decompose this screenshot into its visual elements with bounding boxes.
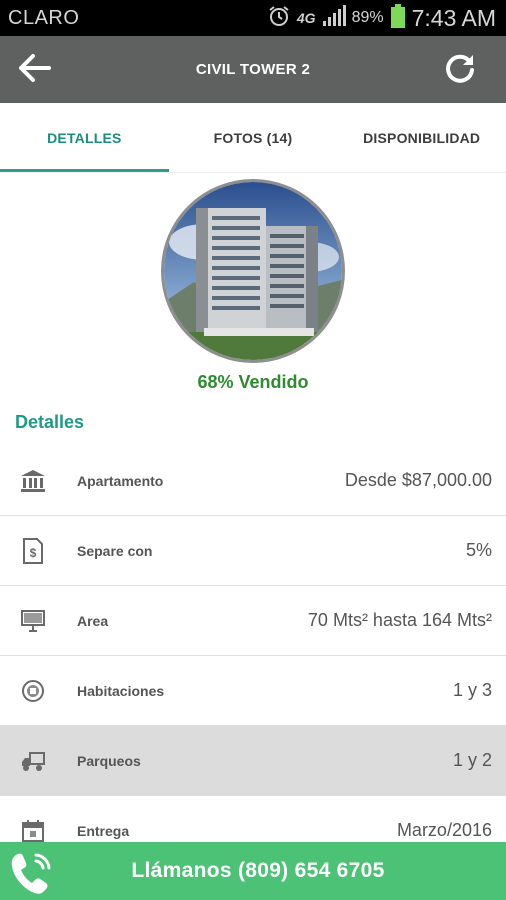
detail-row-area[interactable]: Area 70 Mts² hasta 164 Mts² <box>0 586 506 656</box>
detail-row-separe[interactable]: $ Separe con 5% <box>0 516 506 586</box>
call-button[interactable]: Llámanos (809) 654 6705 <box>0 842 506 900</box>
detail-value: 1 y 3 <box>452 680 492 700</box>
app-bar: CIVIL TOWER 2 <box>0 36 506 103</box>
detail-label: Parqueos <box>77 752 141 769</box>
alarm-icon <box>267 4 291 33</box>
detail-label: Area <box>77 612 109 629</box>
carrier-label: CLARO <box>8 6 80 29</box>
network-4g-icon: 4G <box>296 10 316 26</box>
calendar-icon <box>20 818 46 844</box>
detail-row-habitaciones[interactable]: Habitaciones 1 y 3 <box>0 656 506 726</box>
battery-icon <box>390 3 406 33</box>
page-title: CIVIL TOWER 2 <box>195 61 311 78</box>
details-list: Apartamento Desde $87,000.00 $ Separe co… <box>0 446 506 866</box>
signal-icon <box>322 4 346 32</box>
clock: 7:43 AM <box>411 4 496 31</box>
truck-icon <box>20 748 46 774</box>
svg-text:$: $ <box>30 546 37 560</box>
detail-value: Marzo/2016 <box>396 820 492 840</box>
tab-bar: DETALLES FOTOS (14) DISPONIBILIDAD <box>0 103 506 173</box>
tab-disponibilidad[interactable]: DISPONIBILIDAD <box>337 103 506 172</box>
detail-label: Entrega <box>77 822 130 839</box>
detail-value: 5% <box>465 540 492 560</box>
status-icons: 4G 89% 7:43 AM <box>267 3 496 33</box>
refresh-icon <box>443 51 477 90</box>
arrow-left-icon <box>17 53 51 88</box>
detail-row-apartamento[interactable]: Apartamento Desde $87,000.00 <box>0 446 506 516</box>
detail-value: 1 y 2 <box>452 750 492 770</box>
detail-value: 70 Mts² hasta 164 Mts² <box>307 610 492 630</box>
phone-icon <box>8 849 56 900</box>
detail-label: Apartamento <box>77 472 164 489</box>
detail-label: Separe con <box>77 542 153 559</box>
bank-icon <box>20 468 46 494</box>
status-bar: CLARO 4G 89% 7:43 AM <box>0 0 506 36</box>
building-photo <box>161 179 345 363</box>
detail-value: Desde $87,000.00 <box>344 470 492 490</box>
call-label: Llámanos (809) 654 6705 <box>131 859 385 882</box>
back-button[interactable] <box>16 52 52 88</box>
tab-detalles[interactable]: DETALLES <box>0 103 169 172</box>
sold-percentage: 68% Vendido <box>197 372 309 392</box>
refresh-button[interactable] <box>442 52 478 88</box>
tab-fotos[interactable]: FOTOS (14) <box>169 103 338 172</box>
money-document-icon: $ <box>20 538 46 564</box>
room-icon <box>20 678 46 704</box>
detail-row-parqueos[interactable]: Parqueos 1 y 2 <box>0 726 506 796</box>
battery-percent: 89% <box>351 9 384 26</box>
details-heading: Detalles <box>15 412 85 432</box>
monitor-icon <box>20 608 46 634</box>
detail-label: Habitaciones <box>77 682 165 699</box>
